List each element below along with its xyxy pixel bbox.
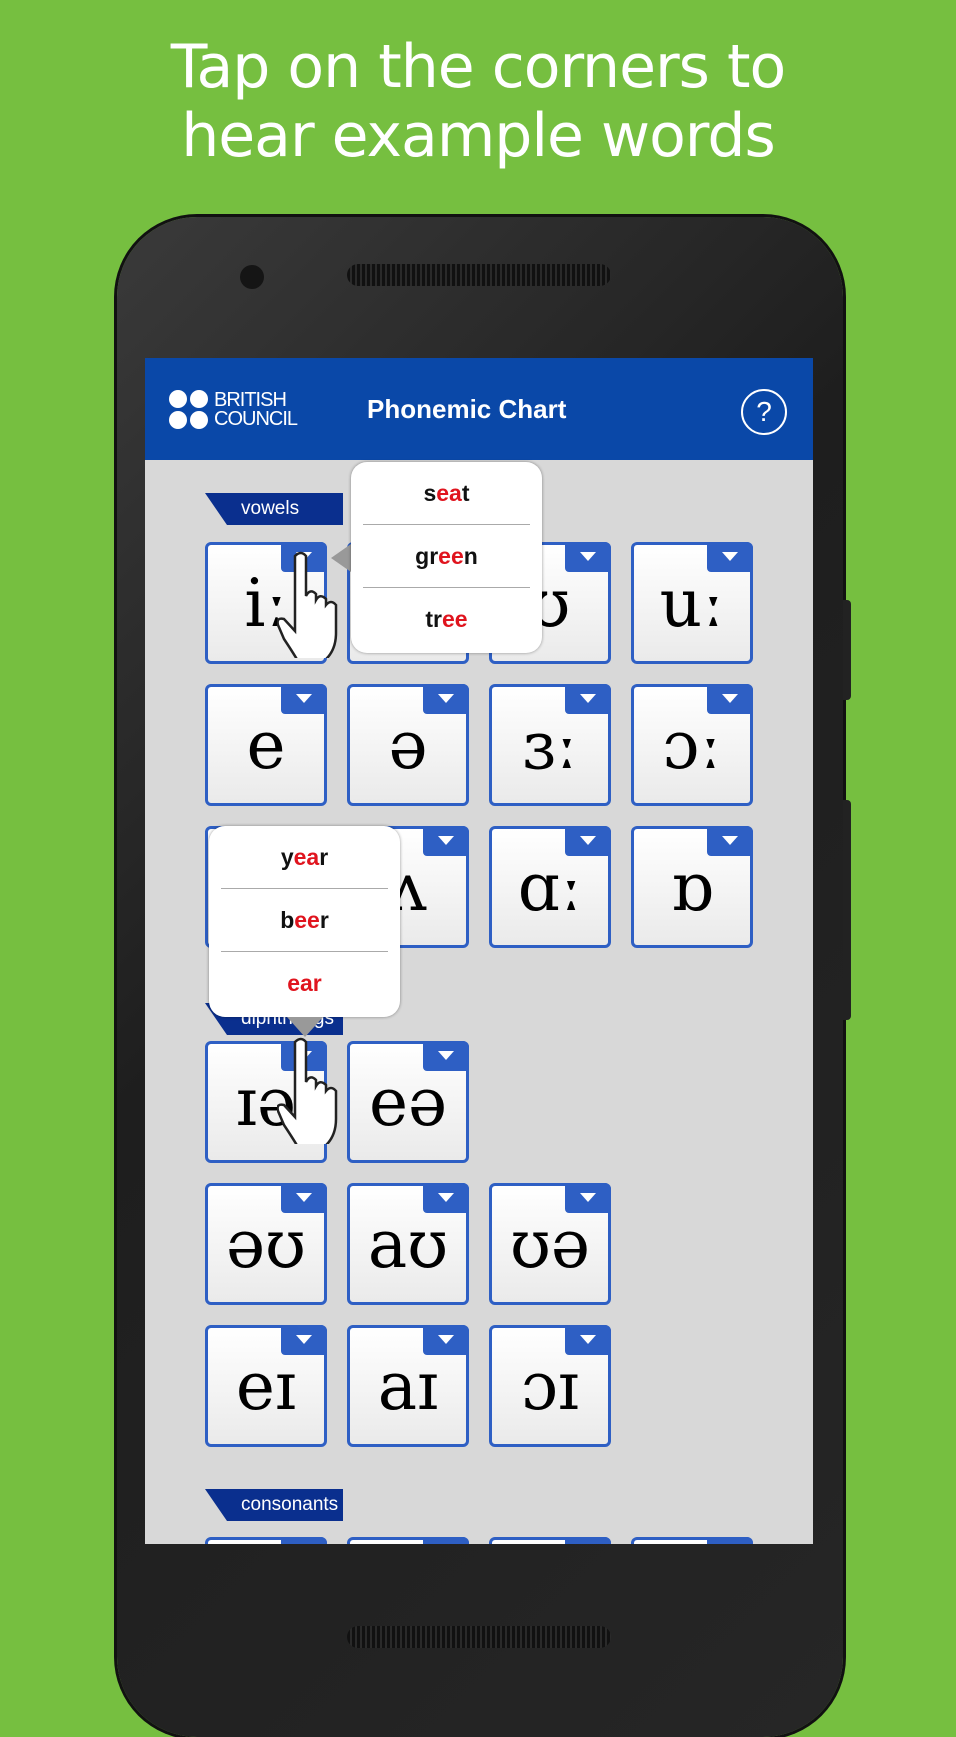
play-examples-corner-button[interactable] [423, 1041, 469, 1071]
play-examples-corner-button[interactable] [281, 1537, 327, 1544]
play-examples-corner-button[interactable] [565, 1183, 611, 1213]
play-examples-corner-button[interactable] [281, 1183, 327, 1213]
phoneme-symbol: e [246, 706, 286, 784]
phoneme-tile[interactable]: aʊ [347, 1183, 469, 1305]
front-camera [240, 265, 264, 289]
example-word-button[interactable]: ear [221, 952, 388, 1015]
phoneme-symbol: uː [659, 564, 725, 642]
phoneme-tile[interactable]: ɑː [489, 826, 611, 948]
example-word-button[interactable]: green [363, 525, 530, 588]
play-examples-corner-button[interactable] [423, 1183, 469, 1213]
phoneme-tile[interactable]: ʊə [489, 1183, 611, 1305]
example-word-button[interactable]: year [221, 826, 388, 889]
play-examples-corner-button[interactable] [707, 542, 753, 572]
volume-button [843, 800, 851, 1020]
phoneme-tile[interactable]: eə [347, 1041, 469, 1163]
play-examples-corner-button[interactable] [565, 826, 611, 856]
power-button [843, 600, 851, 700]
phoneme-tile[interactable]: ɔɪ [489, 1325, 611, 1447]
phoneme-tile[interactable]: ɔː [631, 684, 753, 806]
example-word-button[interactable]: tree [363, 588, 530, 651]
phoneme-tile[interactable]: eɪ [205, 1325, 327, 1447]
british-council-logo: BRITISH COUNCIL [169, 390, 298, 429]
tap-hand-icon [277, 551, 338, 658]
headline-line-1: Tap on the corners to [170, 32, 786, 102]
top-speaker [347, 264, 611, 286]
play-examples-corner-button[interactable] [707, 684, 753, 714]
phoneme-symbol: əʊ [226, 1205, 306, 1283]
play-examples-corner-button[interactable] [423, 684, 469, 714]
phoneme-symbol: ɜː [522, 706, 578, 784]
phoneme-symbol: ə [388, 706, 428, 784]
phoneme-tile[interactable]: ə [347, 684, 469, 806]
phoneme-symbol: ɔː [662, 706, 722, 784]
play-examples-corner-button[interactable] [423, 1537, 469, 1544]
headline-line-2: hear example words [181, 101, 776, 171]
bottom-speaker [347, 1626, 611, 1648]
phoneme-tile[interactable]: uː [631, 542, 753, 664]
phoneme-symbol: aɪ [377, 1347, 439, 1425]
app-screen: BRITISH COUNCIL Phonemic Chart ? vowels d… [145, 358, 813, 1544]
example-words-popup-vowel: seat green tree [351, 462, 542, 653]
phoneme-symbol: ɑː [517, 848, 583, 926]
consonant-tile[interactable] [347, 1537, 469, 1544]
page-title: Phonemic Chart [367, 394, 567, 424]
phoneme-tile[interactable]: ɒ [631, 826, 753, 948]
consonant-tile[interactable] [489, 1537, 611, 1544]
example-word-button[interactable]: seat [363, 462, 530, 525]
phoneme-tile[interactable]: aɪ [347, 1325, 469, 1447]
phoneme-symbol: ʊə [510, 1205, 590, 1283]
play-examples-corner-button[interactable] [565, 1325, 611, 1355]
phoneme-symbol: ɒ [670, 848, 714, 926]
play-examples-corner-button[interactable] [281, 1325, 327, 1355]
example-words-popup-diphthong: year beer ear [209, 826, 400, 1017]
play-examples-corner-button[interactable] [565, 542, 611, 572]
help-button[interactable]: ? [741, 389, 787, 435]
play-examples-corner-button[interactable] [423, 826, 469, 856]
consonant-tile[interactable] [631, 1537, 753, 1544]
play-examples-corner-button[interactable] [423, 1325, 469, 1355]
example-word-button[interactable]: beer [221, 889, 388, 952]
play-examples-corner-button[interactable] [565, 1537, 611, 1544]
phoneme-tile[interactable]: əʊ [205, 1183, 327, 1305]
section-label-consonants: consonants [205, 1489, 343, 1521]
phoneme-tile[interactable]: e [205, 684, 327, 806]
phoneme-symbol: eə [368, 1063, 448, 1141]
consonant-tile[interactable] [205, 1537, 327, 1544]
play-examples-corner-button[interactable] [565, 684, 611, 714]
play-examples-corner-button[interactable] [281, 684, 327, 714]
tap-hand-icon [277, 1037, 338, 1144]
phoneme-symbol: ɔɪ [520, 1347, 580, 1425]
play-examples-corner-button[interactable] [707, 1537, 753, 1544]
app-bar: BRITISH COUNCIL Phonemic Chart ? [145, 358, 813, 460]
phoneme-symbol: eɪ [235, 1347, 297, 1425]
section-label-vowels: vowels [205, 493, 343, 525]
play-examples-corner-button[interactable] [707, 826, 753, 856]
phoneme-tile[interactable]: ɜː [489, 684, 611, 806]
phoneme-symbol: aʊ [367, 1205, 449, 1283]
